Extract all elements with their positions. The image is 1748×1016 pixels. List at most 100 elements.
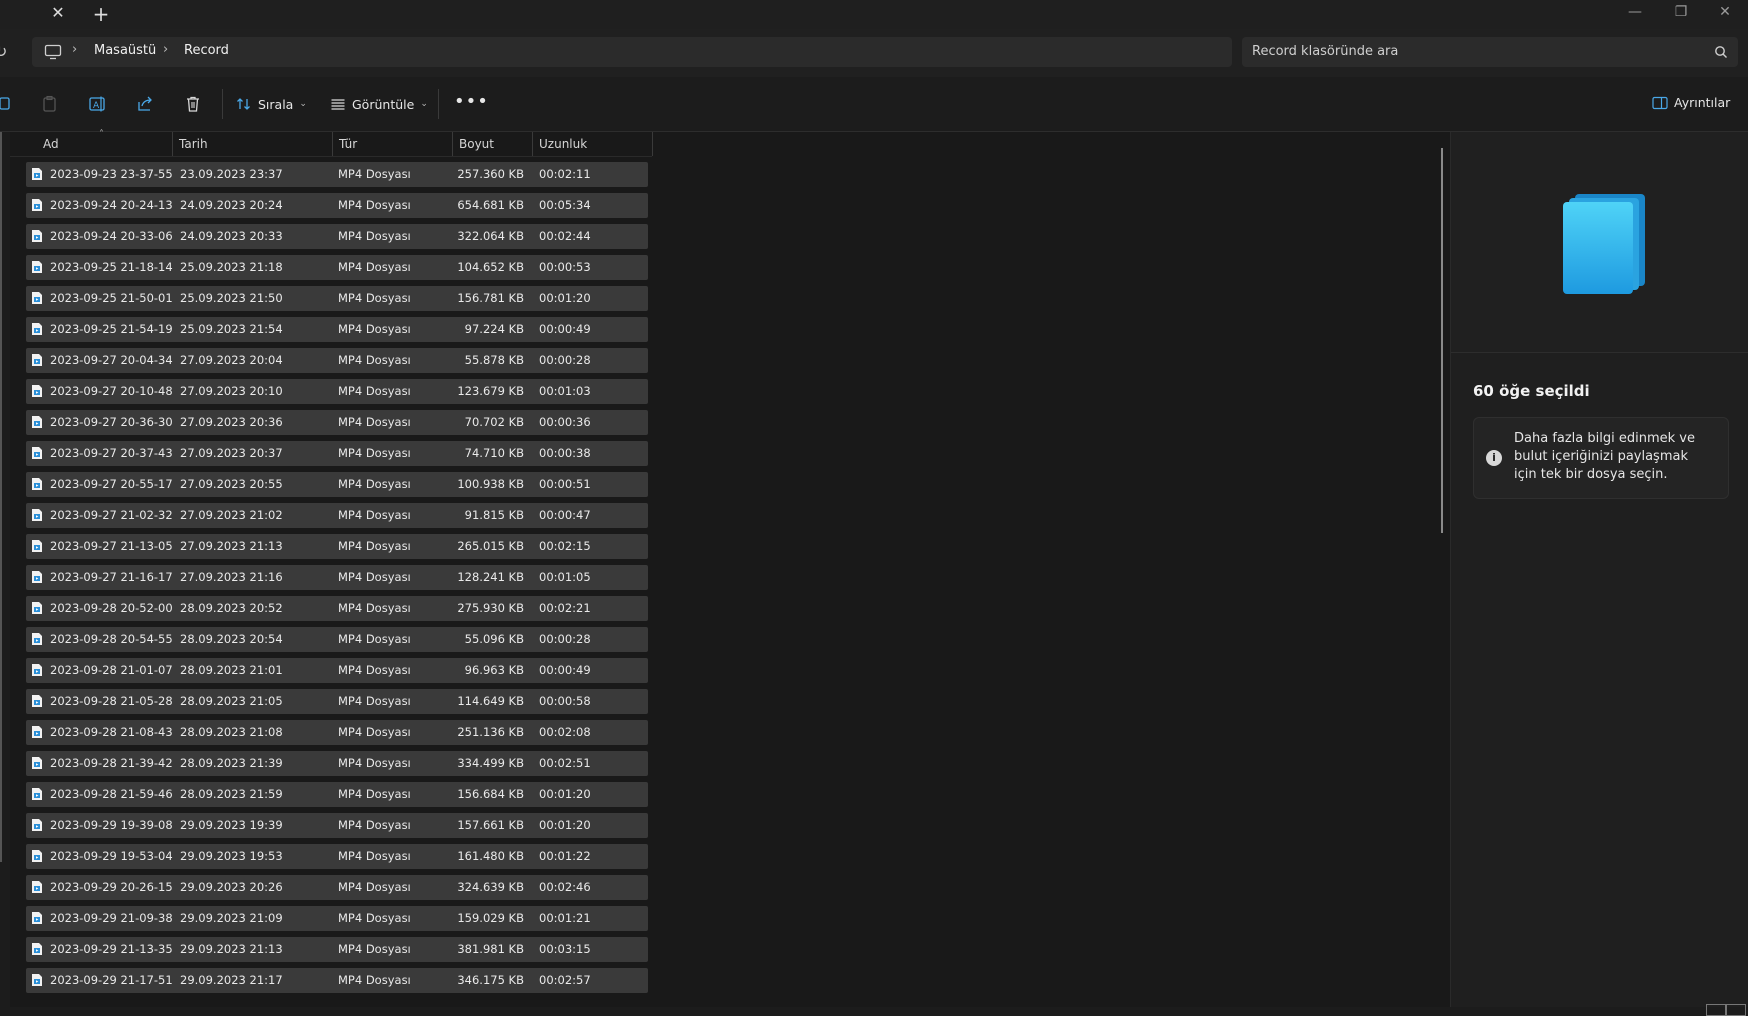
file-row[interactable]: 2023-09-27 20-55-17 27.09.2023 20:55 MP4 D… (26, 472, 648, 497)
file-size: 114.649 KB (457, 694, 524, 708)
file-row[interactable]: 2023-09-29 21-09-38 29.09.2023 21:09 MP4 D… (26, 906, 648, 931)
file-row[interactable]: 2023-09-25 21-50-01 25.09.2023 21:50 MP4 D… (26, 286, 648, 311)
file-name: 2023-09-24 20-33-06 (50, 229, 173, 243)
file-size: 123.679 KB (457, 384, 524, 398)
file-row[interactable]: 2023-09-25 21-18-14 25.09.2023 21:18 MP4 D… (26, 255, 648, 280)
file-row[interactable]: 2023-09-28 20-54-55 28.09.2023 20:54 MP4 D… (26, 627, 648, 652)
column-header-length[interactable]: Uzunluk (539, 137, 587, 151)
file-length: 00:01:20 (539, 291, 591, 305)
file-type: MP4 Dosyası (338, 818, 411, 832)
more-options-button[interactable]: ••• (454, 91, 489, 112)
close-tab-button[interactable]: ✕ (48, 3, 68, 23)
copy-icon[interactable] (0, 95, 16, 115)
refresh-icon[interactable]: ↻ (0, 43, 12, 61)
address-bar[interactable]: › Masaüstü › Record (32, 37, 1232, 67)
file-row[interactable]: 2023-09-27 20-10-48 27.09.2023 20:10 MP4 D… (26, 379, 648, 404)
file-date: 29.09.2023 20:26 (180, 880, 283, 894)
vertical-scrollbar[interactable] (1441, 148, 1443, 533)
column-header-type[interactable]: Tür (339, 137, 357, 151)
file-length: 00:01:20 (539, 818, 591, 832)
file-size: 654.681 KB (457, 198, 524, 212)
share-icon[interactable] (136, 95, 156, 115)
new-tab-button[interactable]: + (90, 3, 112, 25)
column-resize-handle[interactable] (452, 132, 453, 156)
file-row[interactable]: 2023-09-28 21-39-42 28.09.2023 21:39 MP4 D… (26, 751, 648, 776)
mp4-file-icon (32, 540, 42, 552)
file-name: 2023-09-28 21-08-43 (50, 725, 173, 739)
file-row[interactable]: 2023-09-27 20-04-34 27.09.2023 20:04 MP4 D… (26, 348, 648, 373)
file-type: MP4 Dosyası (338, 880, 411, 894)
details-pane-button[interactable]: Ayrıntılar (1652, 95, 1730, 110)
file-date: 25.09.2023 21:54 (180, 322, 283, 336)
file-row[interactable]: 2023-09-27 20-37-43 27.09.2023 20:37 MP4 D… (26, 441, 648, 466)
file-size: 251.136 KB (457, 725, 524, 739)
view-button[interactable]: Görüntüle ⌄ (330, 93, 428, 115)
file-row[interactable]: 2023-09-27 20-36-30 27.09.2023 20:36 MP4 D… (26, 410, 648, 435)
column-header-name[interactable]: Ad (43, 137, 59, 151)
file-length: 00:02:44 (539, 229, 591, 243)
delete-icon[interactable] (184, 95, 204, 115)
file-row[interactable]: 2023-09-24 20-33-06 24.09.2023 20:33 MP4 D… (26, 224, 648, 249)
file-length: 00:00:53 (539, 260, 591, 274)
file-row[interactable]: 2023-09-24 20-24-13 24.09.2023 20:24 MP4 D… (26, 193, 648, 218)
file-type: MP4 Dosyası (338, 911, 411, 925)
file-row[interactable]: 2023-09-28 20-52-00 28.09.2023 20:52 MP4 D… (26, 596, 648, 621)
file-row[interactable]: 2023-09-29 21-17-51 29.09.2023 21:17 MP4 D… (26, 968, 648, 993)
file-row[interactable]: 2023-09-27 21-13-05 27.09.2023 21:13 MP4 D… (26, 534, 648, 559)
details-pane-icon (1652, 96, 1668, 109)
file-length: 00:00:28 (539, 353, 591, 367)
search-input[interactable]: Record klasöründe ara (1242, 37, 1738, 67)
details-view-toggle[interactable] (1706, 1004, 1726, 1016)
mp4-file-icon (32, 881, 42, 893)
breadcrumb-record[interactable]: Record (184, 43, 229, 58)
close-window-button[interactable]: ✕ (1702, 0, 1748, 24)
breadcrumb-separator: › (163, 42, 169, 57)
file-row[interactable]: 2023-09-27 21-02-32 27.09.2023 21:02 MP4 D… (26, 503, 648, 528)
column-resize-handle[interactable] (652, 132, 653, 156)
tiles-view-toggle[interactable] (1726, 1004, 1746, 1016)
file-name: 2023-09-27 21-16-17 (50, 570, 173, 584)
search-icon[interactable] (1714, 45, 1728, 59)
file-name: 2023-09-29 19-53-04 (50, 849, 173, 863)
maximize-button[interactable]: ❐ (1658, 0, 1704, 24)
column-resize-handle[interactable] (332, 132, 333, 156)
file-row[interactable]: 2023-09-28 21-01-07 28.09.2023 21:01 MP4 D… (26, 658, 648, 683)
file-row[interactable]: 2023-09-28 21-59-46 28.09.2023 21:59 MP4 D… (26, 782, 648, 807)
paste-icon[interactable] (41, 95, 61, 115)
file-row[interactable]: 2023-09-29 20-26-15 29.09.2023 20:26 MP4 D… (26, 875, 648, 900)
details-pane: 60 öğe seçildi i Daha fazla bilgi edinme… (1450, 132, 1748, 1007)
file-name: 2023-09-29 21-13-35 (50, 942, 173, 956)
file-row[interactable]: 2023-09-23 23-37-55 23.09.2023 23:37 MP4 D… (26, 162, 648, 187)
file-length: 00:05:34 (539, 198, 591, 212)
file-row[interactable]: 2023-09-28 21-08-43 28.09.2023 21:08 MP4 D… (26, 720, 648, 745)
file-row[interactable]: 2023-09-28 21-05-28 28.09.2023 21:05 MP4 D… (26, 689, 648, 714)
mp4-file-icon (32, 819, 42, 831)
file-type: MP4 Dosyası (338, 787, 411, 801)
file-type: MP4 Dosyası (338, 415, 411, 429)
title-bar: ✕ + — ❐ ✕ (0, 0, 1748, 29)
mp4-file-icon (32, 943, 42, 955)
column-header-date[interactable]: Tarih (179, 137, 208, 151)
file-type: MP4 Dosyası (338, 291, 411, 305)
file-type: MP4 Dosyası (338, 384, 411, 398)
breadcrumb-desktop[interactable]: Masaüstü (94, 43, 156, 58)
sort-button[interactable]: Sırala ⌄ (236, 93, 307, 115)
file-row[interactable]: 2023-09-25 21-54-19 25.09.2023 21:54 MP4 D… (26, 317, 648, 342)
mp4-file-icon (32, 571, 42, 583)
file-row[interactable]: 2023-09-27 21-16-17 27.09.2023 21:16 MP4 D… (26, 565, 648, 590)
file-date: 25.09.2023 21:18 (180, 260, 283, 274)
file-size: 97.224 KB (464, 322, 524, 336)
column-header-size[interactable]: Boyut (459, 137, 494, 151)
file-row[interactable]: 2023-09-29 19-39-08 29.09.2023 19:39 MP4 D… (26, 813, 648, 838)
file-row[interactable]: 2023-09-29 21-13-35 29.09.2023 21:13 MP4 D… (26, 937, 648, 962)
file-size: 346.175 KB (457, 973, 524, 987)
file-size: 104.652 KB (457, 260, 524, 274)
file-row[interactable]: 2023-09-29 19-53-04 29.09.2023 19:53 MP4 D… (26, 844, 648, 869)
file-name: 2023-09-28 21-05-28 (50, 694, 173, 708)
multiple-files-icon (1563, 194, 1645, 294)
minimize-button[interactable]: — (1612, 0, 1658, 24)
rename-icon[interactable]: A (88, 95, 108, 115)
column-resize-handle[interactable] (172, 132, 173, 156)
file-length: 00:02:15 (539, 539, 591, 553)
column-resize-handle[interactable] (532, 132, 533, 156)
